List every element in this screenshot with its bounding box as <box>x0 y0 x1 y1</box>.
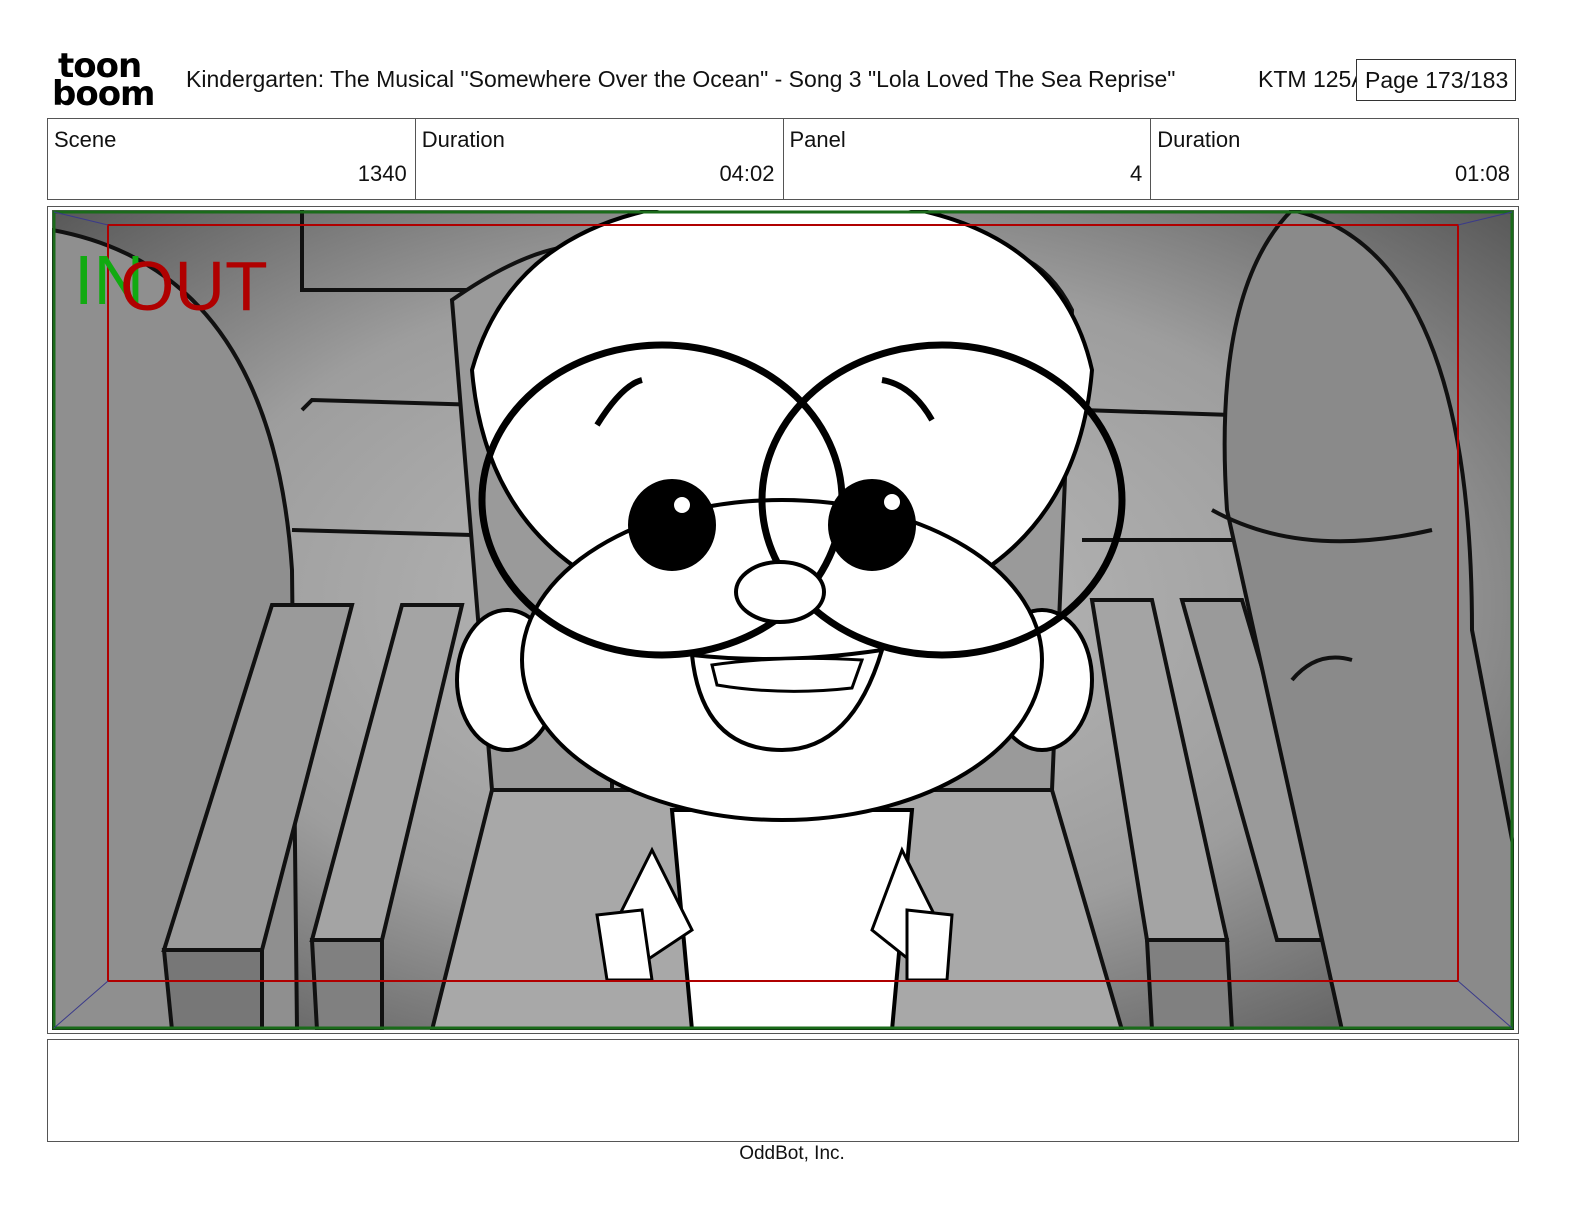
panel-label: Panel <box>789 127 846 152</box>
scene-duration-value: 04:02 <box>719 161 775 186</box>
notes-box <box>47 1039 1519 1142</box>
logo-line-2: boom <box>52 74 155 114</box>
panel-duration-cell: Duration 01:08 <box>1151 119 1518 199</box>
page-number: Page 173/183 <box>1356 59 1516 101</box>
storyboard-title: Kindergarten: The Musical "Somewhere Ove… <box>186 66 1176 92</box>
panel-value: 4 <box>1130 161 1143 186</box>
panel-duration-value: 01:08 <box>1454 161 1510 186</box>
footer-company: OddBot, Inc. <box>739 1143 845 1164</box>
scene-value: 1340 <box>357 161 407 186</box>
panel-duration-label: Duration <box>1157 127 1241 152</box>
scene-duration-label: Duration <box>421 127 505 152</box>
panel-cell: Panel 4 <box>784 119 1152 199</box>
storyboard-panel: IN OUT <box>47 206 1519 1034</box>
scene-cell: Scene 1340 <box>48 119 416 199</box>
scene-label: Scene <box>54 127 117 152</box>
panel-info-row: Scene 1340 Duration 04:02 Panel 4 Durati… <box>47 118 1519 200</box>
episode-code: KTM 125A <box>1258 66 1367 92</box>
out-label: OUT <box>120 247 268 325</box>
panel-drawing: IN OUT <box>52 210 1514 1030</box>
toonboom-logo: toon boom <box>52 49 164 114</box>
scene-duration-cell: Duration 04:02 <box>416 119 784 199</box>
